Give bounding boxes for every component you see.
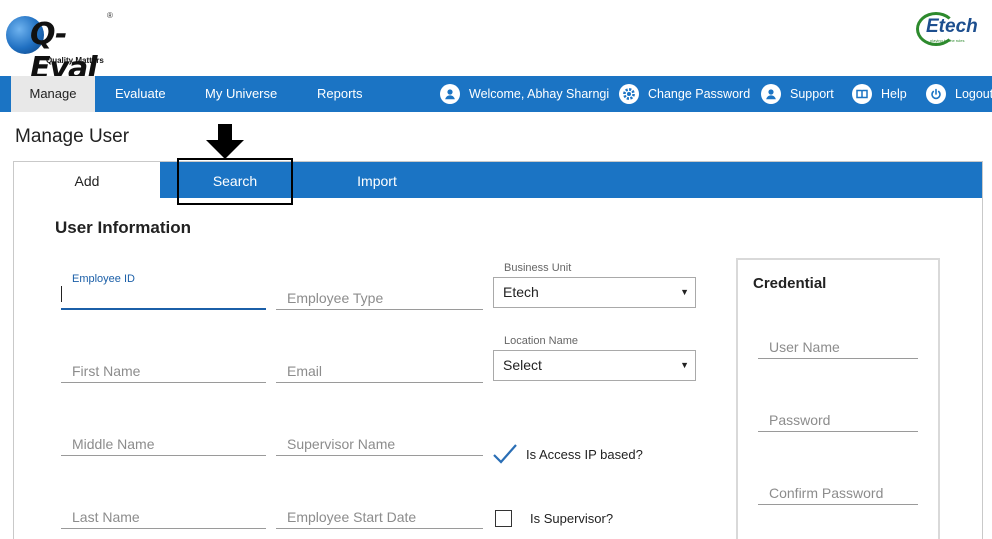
first-name-input[interactable]: [61, 363, 266, 379]
support-label: Support: [790, 87, 834, 101]
business-unit-value: Etech: [503, 284, 539, 300]
access-ip-based-label: Is Access IP based?: [526, 446, 643, 462]
checkbox-box[interactable]: [495, 510, 512, 527]
location-name-dropdown[interactable]: Select ▼: [493, 350, 696, 381]
power-icon: [926, 84, 946, 104]
help-link[interactable]: Help: [852, 76, 907, 112]
user-name-input[interactable]: [758, 339, 918, 355]
user-name-field[interactable]: [758, 329, 918, 359]
welcome-user[interactable]: Welcome, Abhay Sharngi: [440, 76, 609, 112]
location-name-label: Location Name: [504, 335, 578, 347]
welcome-label: Welcome, Abhay Sharngi: [469, 87, 610, 101]
nav-item-reports[interactable]: Reports: [317, 76, 363, 112]
support-link[interactable]: Support: [761, 76, 834, 112]
user-icon: [440, 84, 460, 104]
tab-label: Import: [357, 173, 397, 189]
tab-import[interactable]: Import: [327, 162, 427, 198]
change-password-label: Change Password: [648, 87, 751, 101]
email-input[interactable]: [276, 363, 483, 379]
tab-add[interactable]: Add: [14, 162, 160, 198]
support-user-icon: [761, 84, 781, 104]
dropdown-arrow-icon: ▼: [680, 287, 689, 297]
email-field[interactable]: [276, 353, 483, 383]
logo-tagline: Quality Matters: [46, 56, 104, 65]
logout-link[interactable]: Logout: [926, 76, 992, 112]
employee-id-input[interactable]: [61, 289, 266, 305]
first-name-field[interactable]: [61, 353, 266, 383]
last-name-field[interactable]: [61, 499, 266, 529]
etech-slogan: playing by the rules: [930, 38, 965, 43]
main-nav: Manage Evaluate My Universe Reports Welc…: [0, 76, 992, 112]
supervisor-name-input[interactable]: [276, 436, 483, 452]
middle-name-field[interactable]: [61, 426, 266, 456]
logout-label: Logout: [955, 87, 992, 101]
arrow-down-icon: [206, 124, 244, 159]
dropdown-arrow-icon: ▼: [680, 360, 689, 370]
checkmark-icon[interactable]: [492, 442, 518, 466]
last-name-input[interactable]: [61, 509, 266, 525]
employee-start-date-input[interactable]: [276, 509, 483, 525]
nav-item-evaluate[interactable]: Evaluate: [115, 76, 166, 112]
book-icon: [852, 84, 872, 104]
nav-item-my-universe[interactable]: My Universe: [205, 76, 277, 112]
credential-box: Credential: [736, 258, 940, 539]
employee-id-field[interactable]: Employee ID: [61, 273, 266, 310]
credential-title: Credential: [753, 275, 827, 292]
qeval-logo: Q-Eval ® Quality Matters: [6, 8, 116, 86]
middle-name-input[interactable]: [61, 436, 266, 452]
etech-wordmark: Etech: [926, 16, 978, 37]
section-title: User Information: [55, 218, 192, 237]
location-name-value: Select: [503, 357, 542, 373]
etech-logo: Etech playing by the rules: [916, 10, 980, 50]
search-tab-highlight-box: [177, 158, 293, 205]
employee-id-label: Employee ID: [72, 273, 135, 285]
tab-bar: Add Search Import: [14, 162, 982, 198]
employee-type-field[interactable]: [276, 280, 483, 310]
nav-item-label: Reports: [317, 86, 363, 101]
tab-label: Add: [74, 173, 100, 189]
employee-type-input[interactable]: [276, 290, 483, 306]
nav-item-label: Evaluate: [115, 86, 166, 101]
employee-start-date-field[interactable]: [276, 499, 483, 529]
is-supervisor-checkbox[interactable]: Is Supervisor?: [494, 510, 613, 527]
is-supervisor-label: Is Supervisor?: [530, 511, 614, 526]
nav-item-manage[interactable]: Manage: [11, 76, 95, 112]
business-unit-dropdown[interactable]: Etech ▼: [493, 277, 696, 308]
confirm-password-field[interactable]: [758, 475, 918, 505]
business-unit-label: Business Unit: [504, 262, 572, 274]
confirm-password-input[interactable]: [758, 485, 918, 501]
password-field[interactable]: [758, 402, 918, 432]
page-title: Manage User: [15, 126, 130, 147]
manage-user-panel: Add Search Import User Information Emplo…: [13, 158, 983, 539]
supervisor-name-field[interactable]: [276, 426, 483, 456]
access-ip-based-checkbox[interactable]: Is Access IP based?: [492, 442, 643, 466]
registered-mark: ®: [107, 11, 113, 20]
password-input[interactable]: [758, 412, 918, 428]
gear-icon: [619, 84, 639, 104]
change-password-link[interactable]: Change Password: [619, 76, 750, 112]
nav-item-label: My Universe: [205, 86, 278, 101]
help-label: Help: [881, 87, 907, 101]
nav-item-label: Manage: [29, 86, 77, 101]
